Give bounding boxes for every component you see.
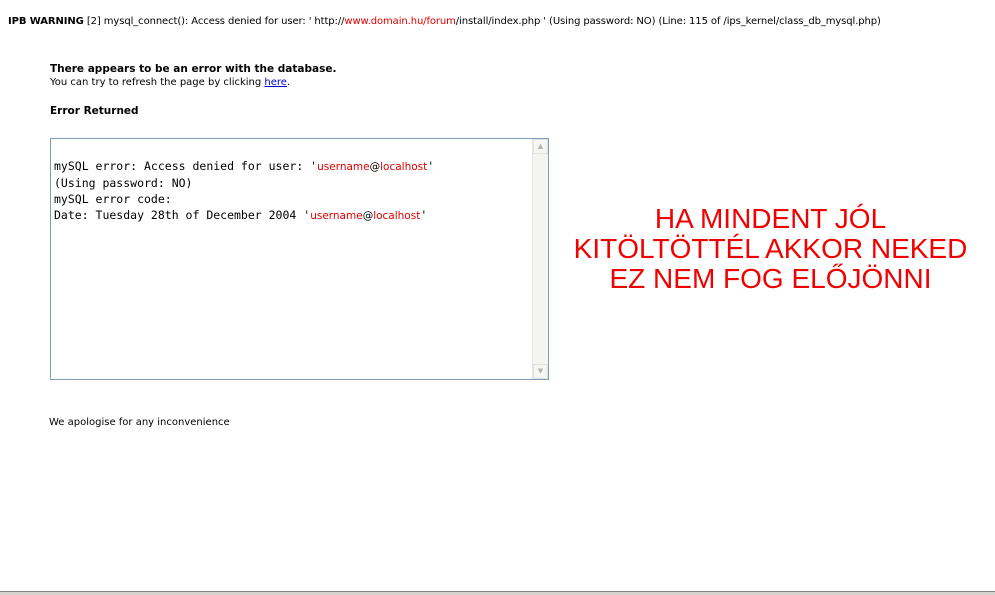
error-line-1-suffix: ' — [427, 159, 435, 173]
ipb-warning: IPB WARNING [2] mysql_connect(): Access … — [8, 16, 881, 27]
error-line-4-suffix: ' — [420, 208, 428, 222]
error-line-1-user: username — [317, 161, 370, 173]
error-line-1-prefix: mySQL error: Access denied for user: ' — [54, 159, 318, 173]
window-bottom-border — [0, 591, 995, 595]
warning-label: IPB WARNING — [8, 16, 84, 27]
overlay-line-3: EZ NEM FOG ELŐJÖNNI — [609, 263, 932, 294]
error-returned-label: Error Returned — [50, 105, 139, 117]
error-line-4-at: @ — [362, 210, 374, 222]
error-text: mySQL error: Access denied for user: 'us… — [54, 158, 434, 224]
refresh-link[interactable]: here — [264, 77, 287, 88]
overlay-line-2: KITÖLTÖTTÉL AKKOR NEKED — [573, 233, 968, 264]
vertical-scrollbar[interactable]: ▲ ▼ — [532, 139, 548, 379]
refresh-text: You can try to refresh the page by click… — [50, 76, 570, 90]
warning-text-end: /install/index.php ' (Using password: NO… — [455, 16, 881, 27]
refresh-text-end: . — [286, 77, 291, 88]
warning-text: [2] mysql_connect(): Access denied for u… — [83, 16, 345, 27]
error-line-1-host: localhost — [380, 161, 428, 173]
error-line-1-at: @ — [369, 161, 381, 173]
refresh-text-label: You can try to refresh the page by click… — [50, 77, 265, 88]
error-line-3: mySQL error code: — [54, 192, 172, 206]
error-line-4-host: localhost — [373, 210, 421, 222]
error-intro: There appears to be an error with the da… — [50, 63, 570, 90]
warning-domain: www.domain.hu/forum — [344, 16, 456, 27]
error-heading: There appears to be an error with the da… — [50, 63, 337, 75]
error-line-4-prefix: Date: Tuesday 28th of December 2004 ' — [54, 208, 311, 222]
error-line-2: (Using password: NO) — [54, 176, 193, 190]
overlay-annotation: HA MINDENT JÓL KITÖLTÖTTÉL AKKOR NEKED E… — [552, 204, 989, 294]
scroll-up-icon[interactable]: ▲ — [533, 139, 548, 154]
error-textarea[interactable]: mySQL error: Access denied for user: 'us… — [50, 138, 549, 380]
error-line-4-user: username — [310, 210, 363, 222]
apology-text: We apologise for any inconvenience — [49, 417, 230, 428]
page: IPB WARNING [2] mysql_connect(): Access … — [0, 0, 995, 595]
scroll-down-icon[interactable]: ▼ — [533, 364, 548, 379]
overlay-line-1: HA MINDENT JÓL — [654, 203, 887, 234]
